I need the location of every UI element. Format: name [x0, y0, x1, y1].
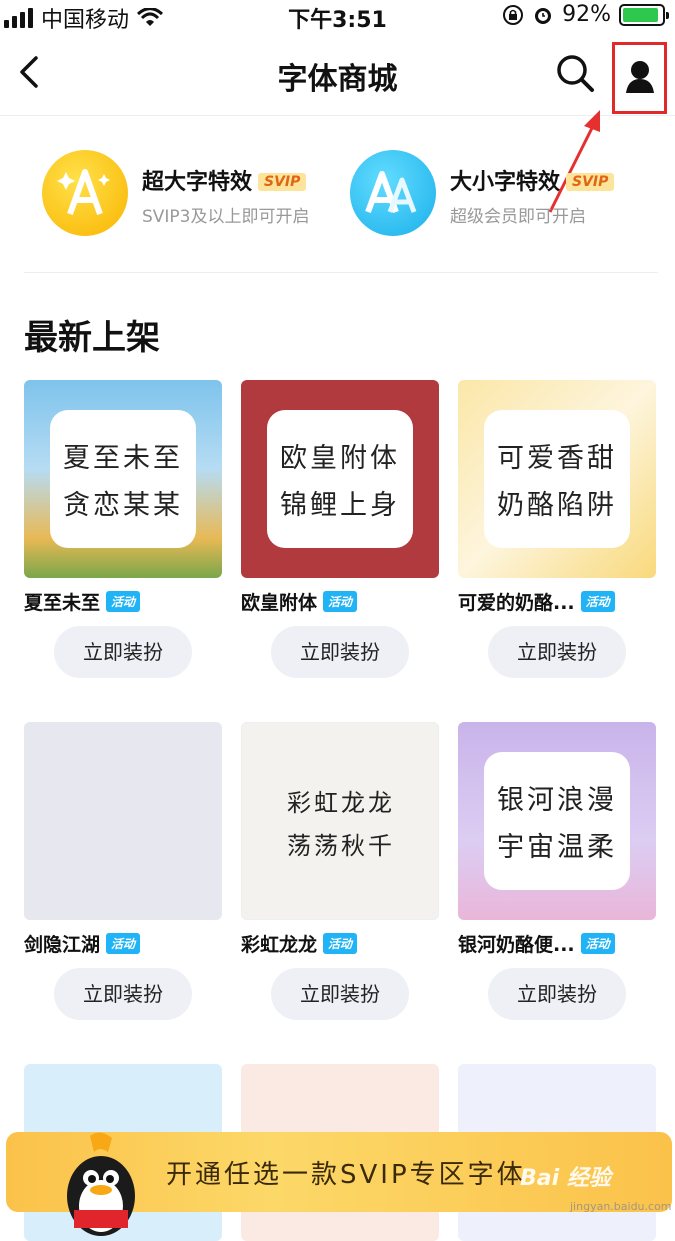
qq-penguin-icon [67, 1132, 135, 1236]
font-card[interactable]: 可爱香甜奶酪陷阱 可爱的奶酪... 活动 立即装扮 [458, 380, 656, 678]
font-name: 银河奶酪便... [458, 934, 575, 956]
feature-name: 大小字特效 [450, 170, 561, 195]
preview-line: 贪恋某某 [63, 490, 183, 521]
activity-tag: 活动 [580, 933, 615, 954]
profile-icon [626, 61, 654, 93]
section-title: 最新上架 [24, 318, 160, 358]
font-card[interactable]: 银河浪漫宇宙温柔 银河奶酪便... 活动 立即装扮 [458, 722, 656, 1020]
svip-badge: SVIP [566, 173, 615, 191]
search-icon[interactable] [554, 52, 596, 94]
apply-font-button[interactable]: 立即装扮 [271, 968, 409, 1020]
font-preview-image: 夏至未至 贪恋某某 [24, 380, 222, 578]
big-text-effect-icon [42, 150, 128, 236]
apply-font-button[interactable]: 立即装扮 [271, 626, 409, 678]
activity-tag: 活动 [323, 591, 358, 612]
activity-tag: 活动 [323, 933, 358, 954]
font-name: 欧皇附体 [241, 592, 318, 614]
apply-font-button[interactable]: 立即装扮 [488, 626, 626, 678]
font-name: 夏至未至 [24, 592, 101, 614]
font-card[interactable]: 欧皇附体 锦鲤上身 欧皇附体 活动 立即装扮 [241, 380, 439, 678]
preview-line: 奶酪陷阱 [497, 490, 617, 521]
apply-font-button[interactable]: 立即装扮 [488, 968, 626, 1020]
watermark: Bai 经验 [520, 1166, 611, 1191]
feature-size-text[interactable]: 大小字特效 SVIP 超级会员即可开启 [350, 150, 640, 240]
font-preview-image: 彩虹龙龙 荡荡秋千 [241, 722, 439, 920]
battery-percent: 92% [562, 2, 611, 27]
apply-font-button[interactable]: 立即装扮 [54, 968, 192, 1020]
font-preview-image: 欧皇附体 锦鲤上身 [241, 380, 439, 578]
profile-button[interactable] [612, 42, 667, 114]
watermark-url: jingyan.baidu.com [570, 1200, 672, 1213]
activity-tag: 活动 [106, 933, 141, 954]
font-preview-image [24, 722, 222, 920]
divider [24, 272, 658, 273]
font-preview-image: 银河浪漫 宇宙温柔 [458, 722, 656, 920]
font-card[interactable]: 夏至未至 贪恋某某 夏至未至 活动 立即装扮 [24, 380, 222, 678]
rotation-lock-icon [503, 4, 524, 25]
preview-line: 锦鲤上身 [280, 490, 400, 521]
alarm-icon [535, 7, 552, 24]
preview-line: 欧皇附体 [280, 443, 400, 474]
feature-subtitle: 超级会员即可开启 [450, 207, 586, 227]
preview-line: 彩虹龙龙 [287, 789, 395, 817]
feature-big-text[interactable]: 超大字特效 SVIP SVIP3及以上即可开启 [42, 150, 332, 240]
font-card[interactable]: 剑隐江湖 活动 立即装扮 [24, 722, 222, 1020]
battery-icon [619, 3, 669, 26]
activity-tag: 活动 [106, 591, 141, 612]
activity-tag: 活动 [580, 591, 615, 612]
size-text-effect-icon [350, 150, 436, 236]
font-preview-image: 可爱香甜 奶酪陷阱 [458, 380, 656, 578]
font-name: 剑隐江湖 [24, 934, 101, 956]
preview-line: 宇宙温柔 [497, 832, 617, 863]
status-bar: 中国移动 下午3:51 92% [0, 0, 675, 33]
font-name: 彩虹龙龙 [241, 934, 318, 956]
feature-subtitle: SVIP3及以上即可开启 [142, 207, 310, 227]
banner-text: 开通任选一款SVIP专区字体 [166, 1160, 526, 1190]
feature-name: 超大字特效 [142, 170, 253, 195]
font-card[interactable]: 彩虹龙龙 荡荡秋千 彩虹龙龙 活动 立即装扮 [241, 722, 439, 1020]
preview-line: 荡荡秋千 [287, 832, 395, 860]
preview-line: 银河浪漫 [497, 785, 617, 816]
font-name: 可爱的奶酪... [458, 592, 575, 614]
preview-line: 夏至未至 [63, 443, 183, 474]
apply-font-button[interactable]: 立即装扮 [54, 626, 192, 678]
preview-line: 可爱香甜 [497, 443, 617, 474]
svip-badge: SVIP [258, 173, 307, 191]
